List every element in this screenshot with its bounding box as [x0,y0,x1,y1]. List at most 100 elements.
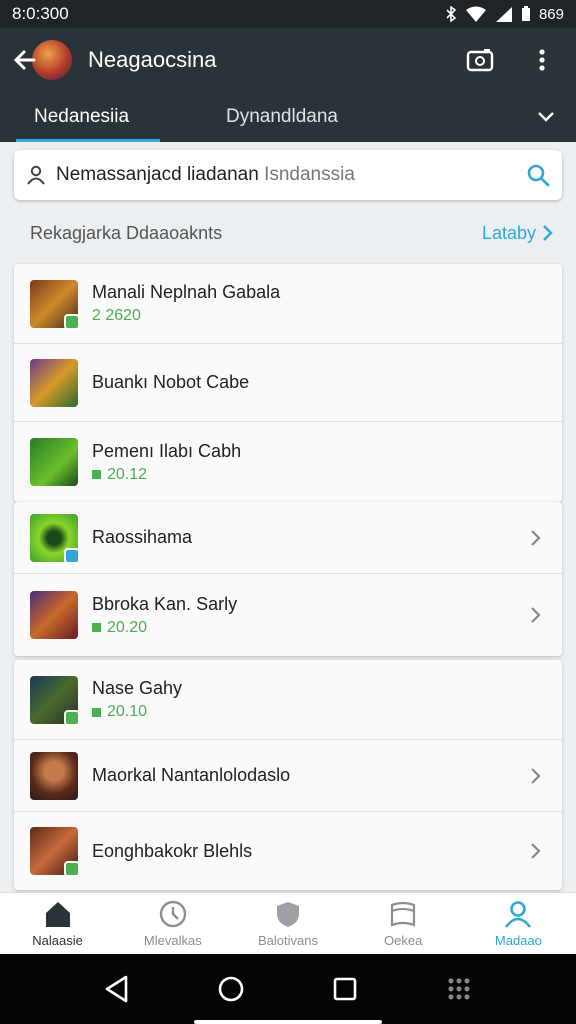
verified-badge-icon [64,313,80,330]
item-title: Manali Neplnah Gabala [92,282,281,302]
more-vertical-icon [539,49,545,71]
tab-0[interactable]: Nedanesiia [0,92,160,142]
bluetooth-icon [446,6,457,22]
list-item[interactable]: Nase Gahy 20.10 [14,660,562,740]
nav-item-book[interactable]: Oekea [346,893,461,954]
section-title: Rekagjarka Ddaaoaknts [30,222,223,243]
chevron-down-icon [538,112,554,122]
list-item[interactable]: Manali Neplnah Gabala 2 2620 [14,264,562,344]
game-thumbnail [30,591,78,639]
list-card: Manali Neplnah Gabala 2 2620 Buankı Nobo… [14,264,562,502]
back-arrow-icon [13,50,36,70]
item-sub: 20.10 [92,703,548,721]
search-placeholder: Isndanssia [264,164,355,185]
home-indicator [194,1020,382,1024]
person-icon [27,165,45,185]
app-avatar [32,40,72,80]
game-thumbnail [30,675,80,726]
section-link-label: Lataby [481,222,536,243]
game-thumbnail [30,751,78,800]
app-bar: Neagaocsina [0,28,576,92]
list-item[interactable]: Bbroka Kan. Sarly 20.20 [14,574,562,656]
status-bar: 8:0:300 869 [0,0,576,28]
apps-grid-icon[interactable] [445,975,473,1003]
nav-label: Madaao [494,933,542,948]
chevron-right-icon [524,606,548,624]
list-item[interactable]: Buankı Nobot Cabe [14,344,562,422]
status-time: 8:0:300 [12,4,69,23]
wifi-icon [465,6,486,22]
recents-square-icon[interactable] [332,976,358,1002]
tab-1[interactable]: Dynandldana [160,92,516,142]
search-value: Nemassanjacd liadanan [56,164,259,185]
book-icon [391,901,416,927]
game-thumbnail [30,827,80,877]
game-thumbnail [30,513,80,564]
item-title: Bbroka Kan. Sarly [92,593,238,614]
battery-icon [521,6,530,21]
game-thumbnail [30,358,78,407]
item-title: Raossihama [92,527,193,547]
nav-item-home[interactable]: Nalaasie [0,893,115,954]
chevron-right-icon [543,225,553,241]
shield-icon [277,902,299,927]
nav-label: Nalaasie [32,933,83,948]
item-sub: 2 2620 [92,307,141,324]
back-button[interactable] [12,40,80,80]
item-title: Nase Gahy [92,678,183,698]
search-icon[interactable] [526,163,550,187]
system-nav-bar [0,954,576,1024]
camera-icon [466,49,494,72]
overflow-menu-button[interactable] [520,38,564,82]
item-title: Eonghbakokr Blehls [92,840,253,861]
verified-badge-icon [64,709,80,726]
nav-label: Oekea [384,933,423,948]
tag-icon [92,707,101,717]
tabs-dropdown[interactable] [516,111,576,123]
app-title: Neagaocsina [88,47,217,72]
camera-button[interactable] [458,38,502,82]
tag-icon [92,623,101,632]
list-item[interactable]: Pemenı Ilabı Cabh 20.12 [14,422,562,502]
status-icons: 869 [445,6,564,23]
list-card: Nase Gahy 20.10 Maorkal Nantanlolodaslo … [14,660,562,890]
list-item[interactable]: Maorkal Nantanlolodaslo [14,740,562,812]
home-circle-icon[interactable] [217,975,245,1003]
clock-icon [159,900,186,928]
item-sub: 20.20 [92,619,524,637]
nav-item-profile[interactable]: Madaao [461,893,576,954]
tab-bar: Nedanesiia Dynandldana [0,92,576,142]
item-title: Maorkal Nantanlolodaslo [92,765,291,785]
list-card: Raossihama Bbroka Kan. Sarly 20.20 [14,502,562,656]
chevron-right-icon [524,767,548,785]
badge-icon [64,547,80,564]
item-sub: 20.12 [92,466,548,484]
section-header: Rekagjarka Ddaaoaknts Lataby [30,218,554,248]
nav-item-shield[interactable]: Balotivans [230,893,345,954]
item-sub-value: 20.12 [107,465,148,483]
bottom-nav: Nalaasie Mlevalkas Balotivans Oekea Mada… [0,892,576,954]
nav-item-clock[interactable]: Mlevalkas [115,893,230,954]
game-thumbnail [30,279,80,330]
tag-icon [92,470,101,479]
chevron-right-icon [524,842,548,860]
search-bar[interactable]: Nemassanjacd liadanan Isndanssia [14,150,562,200]
battery-level: 869 [538,5,564,23]
back-triangle-icon[interactable] [104,975,130,1003]
person-icon [505,901,532,928]
item-title: Buankı Nobot Cabe [92,372,250,392]
chevron-right-icon [524,529,548,547]
item-sub-value: 20.20 [107,618,148,636]
verified-badge-icon [64,861,80,877]
search-input[interactable]: Nemassanjacd liadanan Isndanssia [56,164,526,186]
game-thumbnail [30,438,78,486]
item-title: Pemenı Ilabı Cabh [92,440,242,461]
list-item[interactable]: Eonghbakokr Blehls [14,812,562,890]
home-icon [45,902,70,927]
signal-icon [495,7,512,22]
item-sub-value: 20.10 [107,703,148,720]
nav-label: Mlevalkas [143,933,202,948]
nav-label: Balotivans [258,933,318,948]
section-link[interactable]: Lataby [482,223,554,244]
list-item[interactable]: Raossihama [14,502,562,574]
